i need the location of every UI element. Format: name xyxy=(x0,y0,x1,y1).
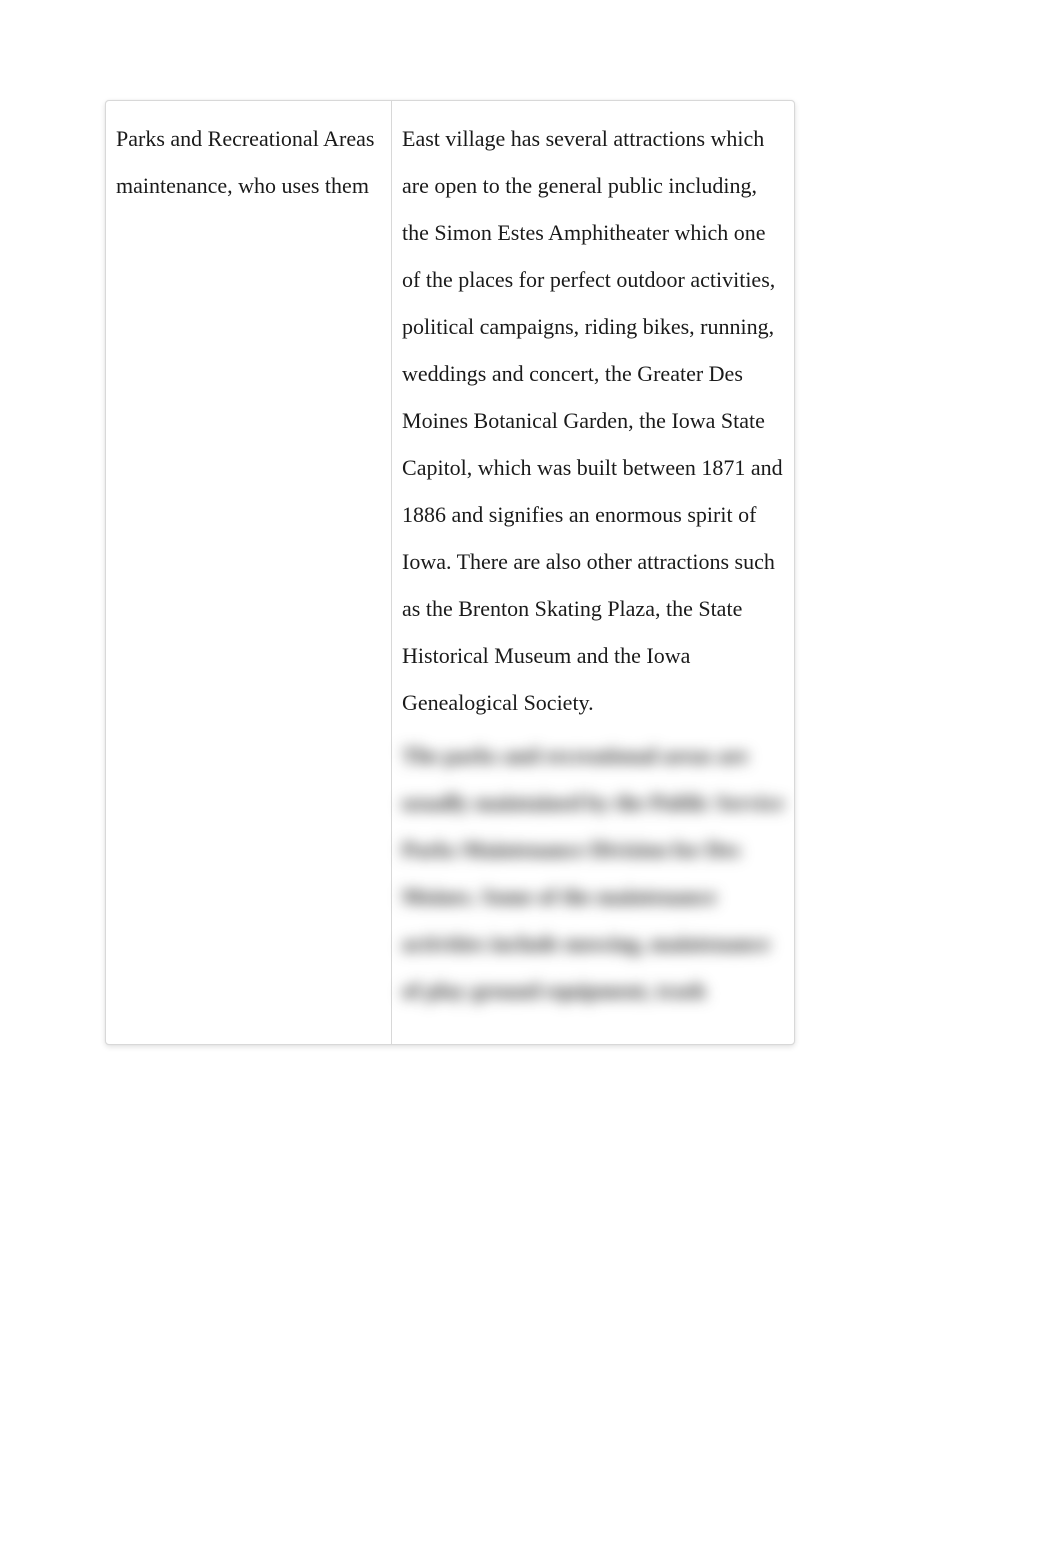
table-cell-right: East village has several attractions whi… xyxy=(392,101,794,1044)
right-cell-paragraph: East village has several attractions whi… xyxy=(402,115,784,726)
blurred-line: The parks and recreational areas are xyxy=(402,732,784,779)
blurred-line: usually maintained by the Public Service xyxy=(402,779,784,826)
blurred-line: of play ground equipment, trash xyxy=(402,967,784,1014)
blurred-line: Parks Maintenance Division for Des xyxy=(402,826,784,873)
left-cell-heading: Parks and Recreational Areas maintenance… xyxy=(116,115,381,209)
blurred-line: Moines. Some of the maintenance xyxy=(402,873,784,920)
table-cell-left: Parks and Recreational Areas maintenance… xyxy=(106,101,392,1044)
blurred-preview-text: The parks and recreational areas are usu… xyxy=(402,732,784,1014)
document-table: Parks and Recreational Areas maintenance… xyxy=(106,101,794,1044)
table-row: Parks and Recreational Areas maintenance… xyxy=(106,101,794,1044)
document-table-region: Parks and Recreational Areas maintenance… xyxy=(105,100,795,1045)
blurred-line: activities include mowing, maintenance xyxy=(402,920,784,967)
